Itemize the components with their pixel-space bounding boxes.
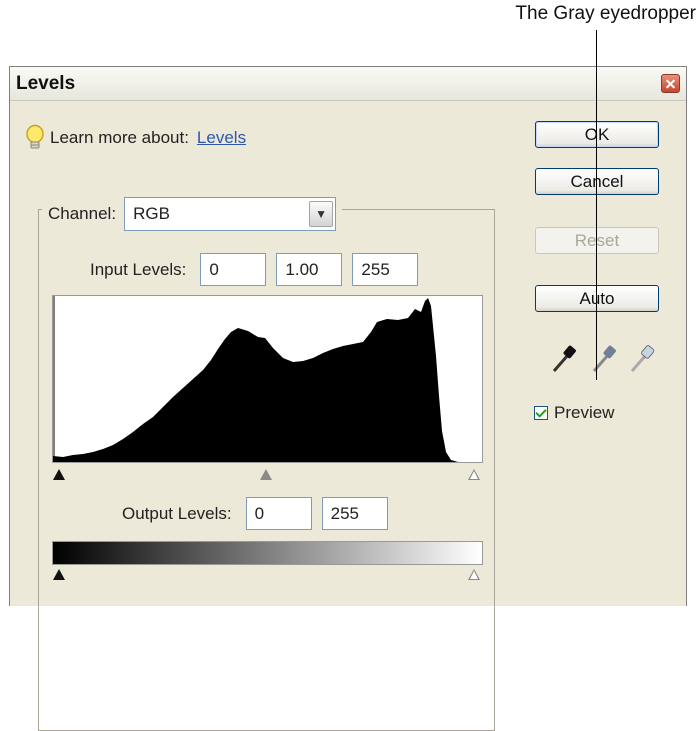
histogram-graph bbox=[53, 296, 458, 462]
eyedropper-tools bbox=[548, 339, 660, 379]
cancel-button[interactable]: Cancel bbox=[535, 168, 659, 195]
input-levels-row: Input Levels: 0 1.00 255 bbox=[90, 253, 419, 286]
learn-more-link[interactable]: Levels bbox=[197, 128, 246, 148]
output-white-handle[interactable] bbox=[468, 569, 480, 580]
callout-pointer-line bbox=[596, 30, 597, 380]
channel-row: Channel: RGB ▼ bbox=[42, 197, 343, 231]
input-black-point-handle[interactable] bbox=[53, 469, 65, 480]
preview-label: Preview bbox=[554, 403, 615, 422]
channel-label: Channel: bbox=[48, 204, 117, 223]
output-white-field[interactable]: 255 bbox=[321, 497, 388, 530]
input-gamma-handle[interactable] bbox=[260, 469, 272, 480]
output-levels-row: Output Levels: 0 255 bbox=[122, 497, 388, 530]
input-levels-label: Input Levels: bbox=[90, 259, 187, 279]
channel-value: RGB bbox=[133, 204, 170, 223]
output-levels-label: Output Levels: bbox=[122, 503, 232, 523]
channel-select[interactable]: RGB ▼ bbox=[124, 197, 337, 231]
input-black-field[interactable]: 0 bbox=[200, 253, 267, 286]
dialog-title: Levels bbox=[16, 73, 76, 94]
white-eyedropper-icon[interactable] bbox=[630, 345, 655, 372]
input-levels-slider[interactable] bbox=[52, 469, 483, 485]
input-white-point-handle[interactable] bbox=[468, 469, 480, 480]
gray-eyedropper-icon[interactable] bbox=[592, 345, 617, 372]
levels-dialog: Levels Learn more about: Levels Channel:… bbox=[9, 66, 687, 731]
chevron-down-icon[interactable]: ▼ bbox=[309, 201, 334, 227]
reset-button[interactable]: Reset bbox=[535, 227, 659, 254]
learn-more-row: Learn more about: Levels bbox=[24, 124, 246, 152]
input-white-field[interactable]: 255 bbox=[352, 253, 419, 286]
learn-more-label: Learn more about: bbox=[50, 128, 189, 147]
lightbulb-icon bbox=[26, 124, 44, 149]
input-gamma-field[interactable]: 1.00 bbox=[276, 253, 343, 286]
output-black-field[interactable]: 0 bbox=[245, 497, 312, 530]
close-icon[interactable] bbox=[661, 74, 680, 93]
title-bar[interactable]: Levels bbox=[10, 67, 686, 101]
output-black-handle[interactable] bbox=[53, 569, 65, 580]
auto-button[interactable]: Auto bbox=[535, 285, 659, 312]
preview-option[interactable]: Preview bbox=[534, 403, 614, 423]
black-eyedropper-icon[interactable] bbox=[552, 345, 577, 372]
output-levels-slider[interactable] bbox=[52, 569, 483, 585]
output-gradient-bar bbox=[52, 541, 483, 565]
ok-button[interactable]: OK bbox=[535, 121, 659, 148]
histogram bbox=[52, 295, 483, 463]
preview-checkbox[interactable] bbox=[534, 406, 548, 420]
callout-label: The Gray eyedropper bbox=[515, 3, 696, 24]
